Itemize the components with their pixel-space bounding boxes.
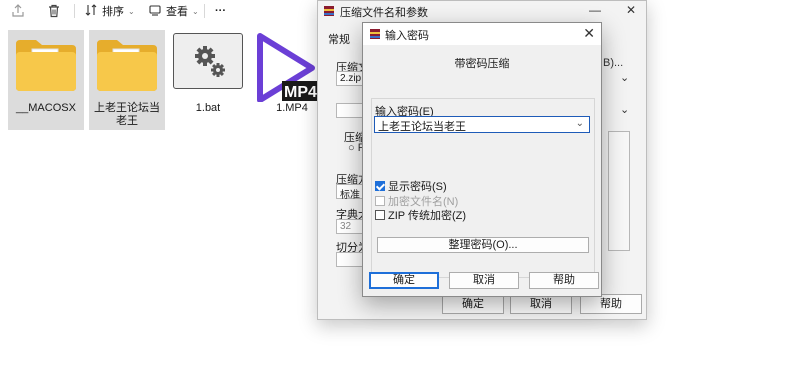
sort-label: 排序 (102, 6, 124, 18)
password-cancel-button[interactable]: 取消 (449, 272, 519, 289)
folder-icon (97, 40, 157, 91)
view-icon (148, 3, 162, 20)
password-dialog-subtitle: 带密码压缩 (454, 58, 510, 70)
checkbox-icon (375, 196, 385, 206)
sort-button[interactable]: 排序 ⌄ (84, 2, 135, 20)
file-name: 1.bat (195, 102, 221, 114)
share-icon[interactable] (10, 3, 26, 19)
explorer-toolbar: 排序 ⌄ 查看 ⌄ ··· (0, 0, 320, 22)
chevron-down-icon: ⌄ (192, 6, 199, 16)
file-item-bat[interactable]: 1.bat (170, 30, 246, 130)
checkbox-checked-icon (375, 181, 385, 191)
tab-general[interactable]: 常规 (328, 31, 350, 47)
view-label: 查看 (166, 6, 188, 18)
more-options-button[interactable]: ··· (215, 2, 226, 20)
file-name: __MACOSX (16, 102, 76, 114)
folder-icon (16, 40, 76, 91)
password-dialog-titlebar: 输入密码 ✕ (363, 23, 601, 45)
file-name: 上老王论坛当老王 (94, 102, 160, 127)
chevron-down-icon: ⌄ (128, 6, 135, 16)
password-ok-button[interactable]: 确定 (369, 272, 439, 289)
checkbox-icon (375, 210, 385, 220)
browse-button-fragment[interactable]: B)... (603, 57, 623, 69)
password-input[interactable]: 上老王论坛当老王 ⌄ (374, 116, 590, 133)
file-item-macosx[interactable]: __MACOSX (8, 30, 84, 130)
password-dialog-title: 输入密码 (385, 30, 429, 42)
close-icon[interactable]: ✕ (624, 3, 638, 17)
mp4-badge: MP4 (284, 84, 317, 101)
toolbar-divider (74, 4, 75, 18)
sort-icon (84, 3, 98, 20)
chevron-down-icon[interactable]: ⌄ (620, 103, 629, 116)
password-help-button[interactable]: 帮助 (529, 272, 599, 289)
file-item-folder[interactable]: 上老王论坛当老王 (89, 30, 165, 130)
options-panel (608, 131, 630, 251)
toolbar-divider (204, 4, 205, 18)
organize-passwords-button[interactable]: 整理密码(O)... (377, 237, 589, 253)
archive-dialog-titlebar: 压缩文件名和参数 — ✕ (318, 1, 646, 21)
winrar-icon (369, 28, 381, 40)
password-dialog: 输入密码 ✕ 带密码压缩 输入密码(E) 上老王论坛当老王 ⌄ 显示密码(S) … (362, 22, 602, 297)
minimize-icon[interactable]: — (588, 3, 602, 17)
show-password-checkbox[interactable]: 显示密码(S) (375, 178, 447, 194)
chevron-down-icon[interactable]: ⌄ (576, 118, 584, 129)
archive-cancel-button[interactable]: 取消 (510, 294, 572, 314)
archive-ok-button[interactable]: 确定 (442, 294, 504, 314)
view-button[interactable]: 查看 ⌄ (148, 2, 199, 20)
zip-legacy-encryption-checkbox[interactable]: ZIP 传统加密(Z) (375, 207, 466, 223)
chevron-down-icon[interactable]: ⌄ (620, 71, 629, 84)
archive-dialog-title: 压缩文件名和参数 (340, 7, 428, 19)
archive-help-button[interactable]: 帮助 (580, 294, 642, 314)
video-play-icon: MP4 (257, 33, 320, 102)
batch-file-icon (173, 33, 243, 89)
winrar-icon (323, 5, 335, 17)
close-icon[interactable]: ✕ (583, 25, 595, 42)
zip-legacy-encryption-label: ZIP 传统加密(Z) (388, 210, 467, 222)
show-password-label: 显示密码(S) (388, 181, 447, 193)
password-value: 上老王论坛当老王 (378, 121, 466, 133)
delete-icon[interactable] (46, 3, 62, 19)
gears-icon (195, 46, 225, 77)
